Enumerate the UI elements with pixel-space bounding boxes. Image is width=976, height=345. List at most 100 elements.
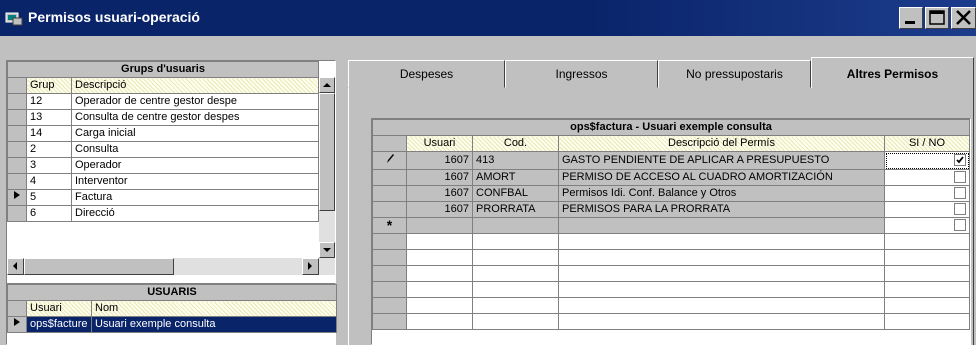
- group-description-cell[interactable]: Consulta de centre gestor despes: [71, 109, 319, 126]
- table-row[interactable]: 12 Operador de centre gestor despe: [7, 93, 319, 110]
- column-header-grup[interactable]: Grup: [26, 77, 72, 94]
- scroll-up-button[interactable]: [319, 77, 335, 93]
- row-indicator[interactable]: [7, 173, 27, 190]
- table-row[interactable]: ops$facture Usuari exemple consulta: [7, 316, 337, 333]
- table-row[interactable]: 13 Consulta de centre gestor despes: [7, 109, 319, 126]
- new-row[interactable]: *: [372, 217, 970, 234]
- perm-code-cell[interactable]: CONFBAL: [472, 185, 559, 202]
- row-indicator[interactable]: [372, 185, 407, 202]
- tab-altres-permisos[interactable]: Altres Permisos: [811, 57, 974, 89]
- group-description-cell[interactable]: Operador de centre gestor despe: [71, 93, 319, 110]
- empty-row: [372, 297, 970, 314]
- close-button[interactable]: [951, 7, 976, 29]
- table-row[interactable]: 4 Interventor: [7, 173, 319, 190]
- group-code-cell[interactable]: 14: [26, 125, 72, 142]
- permission-checkbox[interactable]: [954, 219, 966, 232]
- group-description-cell[interactable]: Factura: [71, 189, 319, 206]
- groups-grid[interactable]: Grups d'usuaris Grup Descripció 12 Operad…: [6, 60, 336, 285]
- scroll-thumb[interactable]: [319, 93, 335, 211]
- perm-code-cell[interactable]: AMORT: [472, 169, 559, 186]
- group-code-cell[interactable]: 13: [26, 109, 72, 126]
- permission-checkbox[interactable]: [954, 187, 966, 200]
- empty-cell[interactable]: [558, 217, 885, 234]
- row-indicator[interactable]: [372, 201, 407, 218]
- group-description-cell[interactable]: Interventor: [71, 173, 319, 190]
- window-title-bar[interactable]: Permisos usuari-operació: [0, 0, 976, 36]
- group-code-cell[interactable]: 4: [26, 173, 72, 190]
- empty-cell: [558, 233, 885, 250]
- tab-despeses[interactable]: Despeses: [348, 60, 505, 88]
- row-indicator[interactable]: [7, 109, 27, 126]
- column-header-usuari[interactable]: Usuari: [406, 135, 473, 152]
- table-row[interactable]: 5 Factura: [7, 189, 319, 206]
- column-header-descripcio-permis[interactable]: Descripció del Permís: [558, 135, 885, 152]
- empty-cell[interactable]: [406, 217, 473, 234]
- table-row[interactable]: 1607 413 GASTO PENDIENTE DE APLICAR A PRES…: [372, 151, 970, 170]
- group-code-cell[interactable]: 12: [26, 93, 72, 110]
- table-row[interactable]: 14 Carga inicial: [7, 125, 319, 142]
- row-indicator[interactable]: [372, 151, 407, 170]
- permission-checkbox[interactable]: [954, 203, 966, 216]
- perm-description-cell[interactable]: Permisos Idi. Conf. Balance y Otros: [558, 185, 885, 202]
- column-header-cod[interactable]: Cod.: [472, 135, 559, 152]
- maximize-button[interactable]: [925, 7, 949, 29]
- empty-cell: [406, 281, 473, 298]
- empty-cell: [884, 233, 970, 250]
- row-indicator[interactable]: [7, 141, 27, 158]
- column-header-descripcio[interactable]: Descripció: [71, 77, 319, 94]
- table-row[interactable]: 1607 CONFBAL Permisos Idi. Conf. Balance y…: [372, 185, 970, 202]
- perm-description-cell[interactable]: PERMISO DE ACCESO AL CUADRO AMORTIZACIÓN: [558, 169, 885, 186]
- group-description-cell[interactable]: Consulta: [71, 141, 319, 158]
- group-description-cell[interactable]: Operador: [71, 157, 319, 174]
- empty-cell: [558, 313, 885, 330]
- perm-code-cell[interactable]: PRORRATA: [472, 201, 559, 218]
- group-description-cell[interactable]: Carga inicial: [71, 125, 319, 142]
- table-row[interactable]: 1607 AMORT PERMISO DE ACCESO AL CUADRO AMO…: [372, 169, 970, 186]
- scroll-left-button[interactable]: [7, 258, 24, 275]
- perm-description-cell[interactable]: PERMISOS PARA LA PRORRATA: [558, 201, 885, 218]
- users-grid[interactable]: USUARIS Usuari Nom ops$facture Usuari ex…: [6, 283, 337, 345]
- user-name-cell[interactable]: Usuari exemple consulta: [91, 316, 337, 333]
- row-indicator[interactable]: [7, 189, 27, 206]
- perm-user-cell[interactable]: 1607: [406, 151, 473, 170]
- row-indicator[interactable]: [7, 205, 27, 222]
- empty-row: [372, 265, 970, 282]
- tab-ingressos[interactable]: Ingressos: [505, 60, 658, 88]
- group-code-cell[interactable]: 5: [26, 189, 72, 206]
- perm-user-cell[interactable]: 1607: [406, 185, 473, 202]
- empty-cell[interactable]: [472, 217, 559, 234]
- tab-no-pressupostaris[interactable]: No pressupostaris: [658, 60, 811, 88]
- perm-description-cell[interactable]: GASTO PENDIENTE DE APLICAR A PRESUPUESTO: [558, 151, 885, 170]
- groups-horizontal-scrollbar[interactable]: [7, 258, 335, 275]
- permissions-grid[interactable]: ops$factura - Usuari exemple consulta Us…: [371, 118, 971, 345]
- hscroll-thumb[interactable]: [24, 258, 174, 275]
- groups-vertical-scrollbar[interactable]: [319, 77, 335, 258]
- column-header-si-no[interactable]: SI / NO: [884, 135, 970, 152]
- permission-checkbox[interactable]: [954, 171, 966, 184]
- group-code-cell[interactable]: 6: [26, 205, 72, 222]
- permission-checkbox[interactable]: [954, 154, 966, 167]
- scroll-down-button[interactable]: [319, 242, 335, 258]
- group-code-cell[interactable]: 3: [26, 157, 72, 174]
- group-description-cell[interactable]: Direcció: [71, 205, 319, 222]
- row-indicator[interactable]: [7, 125, 27, 142]
- minimize-button[interactable]: [899, 7, 923, 29]
- table-row[interactable]: 3 Operador: [7, 157, 319, 174]
- user-id-cell[interactable]: ops$facture: [26, 316, 92, 333]
- row-indicator[interactable]: [7, 157, 27, 174]
- scroll-right-button[interactable]: [302, 258, 319, 275]
- table-row[interactable]: 2 Consulta: [7, 141, 319, 158]
- table-row[interactable]: 1607 PRORRATA PERMISOS PARA LA PRORRATA: [372, 201, 970, 218]
- column-header-nom[interactable]: Nom: [91, 300, 337, 317]
- column-header-usuari[interactable]: Usuari: [26, 300, 92, 317]
- row-indicator: [372, 233, 407, 250]
- perm-code-cell[interactable]: 413: [472, 151, 559, 170]
- perm-user-cell[interactable]: 1607: [406, 201, 473, 218]
- table-row[interactable]: 6 Direcció: [7, 205, 319, 222]
- empty-cell: [472, 297, 559, 314]
- row-indicator[interactable]: [7, 93, 27, 110]
- perm-user-cell[interactable]: 1607: [406, 169, 473, 186]
- group-code-cell[interactable]: 2: [26, 141, 72, 158]
- empty-cell: [558, 297, 885, 314]
- row-indicator[interactable]: [372, 169, 407, 186]
